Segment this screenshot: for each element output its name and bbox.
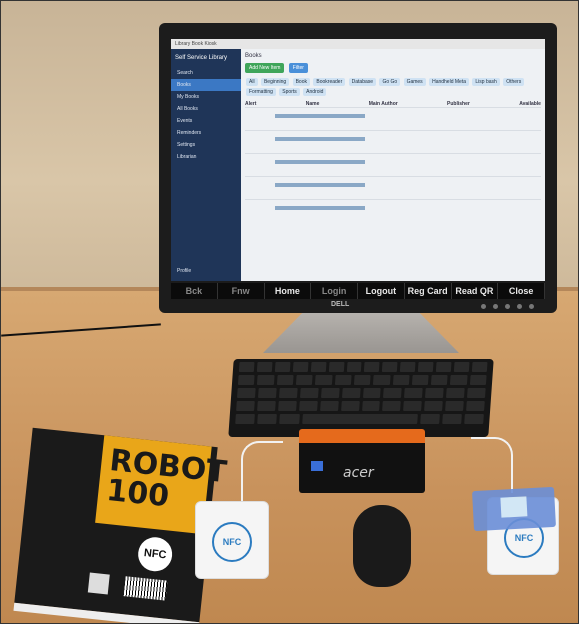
monitor-button[interactable]: [505, 304, 510, 309]
key-read-qr[interactable]: Read QR: [452, 283, 499, 299]
sidebar-heading: Self Service Library: [175, 55, 228, 61]
monitor-button[interactable]: [493, 304, 498, 309]
category-filters: All Beginning Book Bookreader Database G…: [245, 77, 541, 97]
table-row[interactable]: [245, 107, 541, 130]
monitor-button[interactable]: [529, 304, 534, 309]
page-title: Books: [245, 53, 262, 59]
monitor-screen: Library Book Kiosk Self Service Library …: [171, 39, 545, 281]
main-panel: Books Add New Item Filter All Beginning …: [241, 49, 545, 281]
key-close[interactable]: Close: [498, 283, 545, 299]
key-logout[interactable]: Logout: [358, 283, 405, 299]
add-item-button[interactable]: Add New Item: [245, 63, 285, 73]
monitor-button[interactable]: [517, 304, 522, 309]
category-pill[interactable]: Database: [348, 78, 377, 86]
category-pill[interactable]: All: [246, 78, 258, 86]
filter-button[interactable]: Filter: [288, 63, 308, 73]
table-row[interactable]: [245, 199, 541, 222]
category-pill[interactable]: Book: [292, 78, 310, 86]
usb-cable: [241, 441, 283, 503]
sticker-icon: [311, 461, 323, 471]
category-pill[interactable]: Bookreader: [313, 78, 346, 86]
sidebar-item-books[interactable]: Books: [171, 79, 241, 91]
sidebar: Self Service Library Search Books My Boo…: [171, 49, 241, 281]
sidebar-item-all-books[interactable]: All Books: [171, 103, 241, 115]
nfc-label: NFC: [212, 522, 252, 562]
category-pill[interactable]: Lisp bash: [472, 78, 500, 86]
rfid-card[interactable]: [472, 486, 556, 532]
window-titlebar: Library Book Kiosk: [171, 39, 545, 49]
table-row[interactable]: [245, 153, 541, 176]
key-forward[interactable]: Fnw: [218, 283, 265, 299]
column-header: Name: [305, 101, 320, 107]
toolbar-keys: Bck Fnw Home Login Logout Reg Card Read …: [171, 283, 545, 299]
qr-code-icon: [87, 572, 110, 595]
sidebar-item-settings[interactable]: Settings: [171, 139, 241, 151]
sidebar-item-librarian[interactable]: Librarian: [171, 151, 241, 163]
mini-pc: acer: [299, 429, 425, 493]
category-pill[interactable]: Android: [303, 88, 327, 96]
pc-brand: acer: [343, 465, 374, 481]
sidebar-item-events[interactable]: Events: [171, 115, 241, 127]
key-home[interactable]: Home: [265, 283, 312, 299]
category-pill[interactable]: Games: [403, 78, 426, 86]
category-pill[interactable]: Beginning: [260, 78, 290, 86]
key-login[interactable]: Login: [311, 283, 358, 299]
keyboard[interactable]: [228, 359, 494, 437]
column-header: Main Author: [368, 101, 398, 107]
book-nfc-label: NFC: [136, 535, 174, 573]
table-row[interactable]: [245, 130, 541, 153]
category-pill[interactable]: Go Go: [379, 78, 401, 86]
photo-scene: Library Book Kiosk Self Service Library …: [0, 0, 579, 624]
category-pill[interactable]: Others: [503, 78, 525, 86]
category-pill[interactable]: Handheld Meta: [429, 78, 469, 86]
column-header: Available: [519, 101, 541, 107]
column-header: Alert: [245, 101, 257, 107]
column-header: Publisher: [447, 101, 470, 107]
sidebar-item-profile[interactable]: Profile: [171, 265, 197, 277]
sidebar-item-reminders[interactable]: Reminders: [171, 127, 241, 139]
mouse[interactable]: [353, 505, 411, 587]
key-reg-card[interactable]: Reg Card: [405, 283, 452, 299]
key-back[interactable]: Bck: [171, 283, 218, 299]
category-pill[interactable]: Formatting: [246, 88, 276, 96]
sidebar-item-my-books[interactable]: My Books: [171, 91, 241, 103]
table-row[interactable]: [245, 176, 541, 199]
sidebar-item-search[interactable]: Search: [171, 67, 241, 79]
monitor-brand: DELL: [331, 301, 350, 308]
category-pill[interactable]: Sports: [279, 88, 300, 96]
nfc-reader-left[interactable]: NFC: [195, 501, 269, 579]
book: ROBOT 100 NFC: [13, 427, 228, 623]
monitor-button[interactable]: [481, 304, 486, 309]
barcode-icon: [123, 576, 168, 601]
usb-cable: [471, 437, 513, 493]
